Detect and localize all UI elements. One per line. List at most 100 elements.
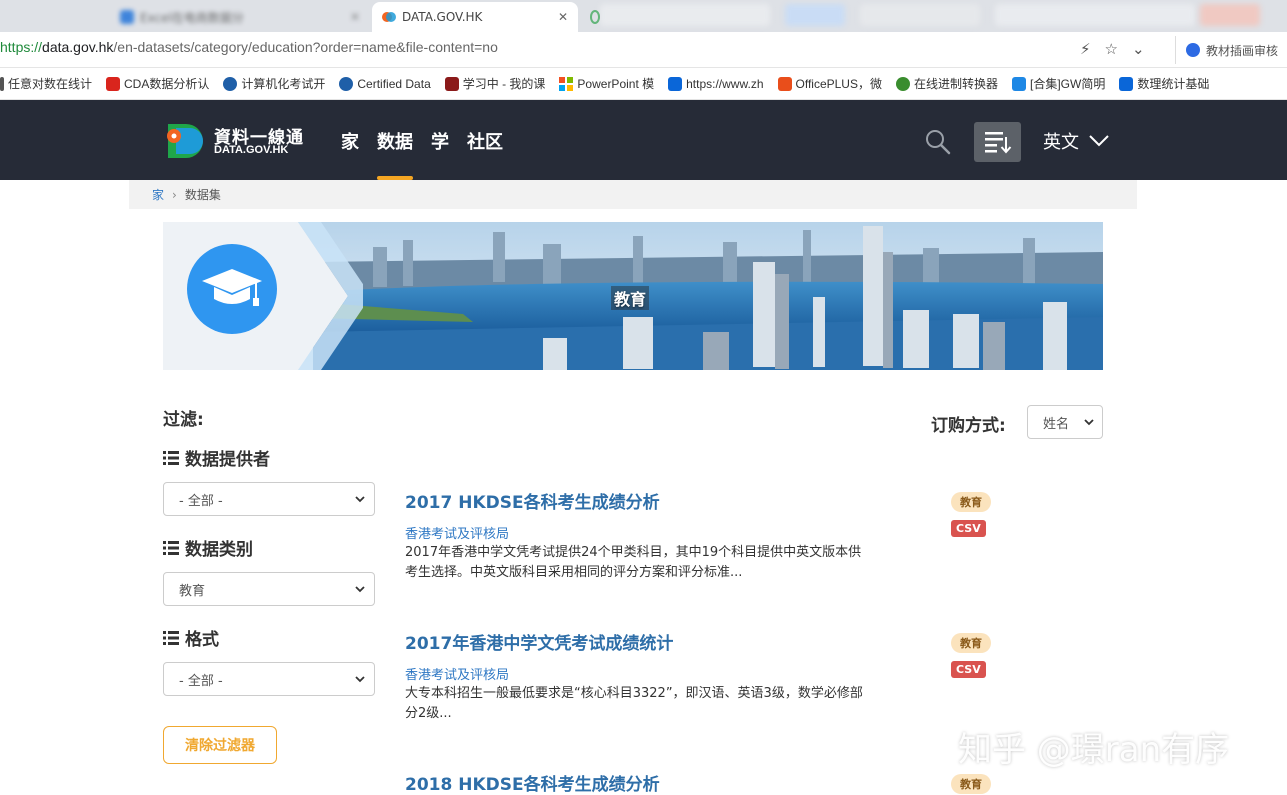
dataset-result: 2018 HKDSE各科考生成绩分析 教育 xyxy=(405,770,1105,795)
logo-subtext: DATA.GOV.HK xyxy=(214,144,289,156)
bookmark-item[interactable]: https://www.zh xyxy=(668,76,764,91)
provider-select[interactable]: - 全部 - xyxy=(163,482,375,516)
bookmark-item[interactable]: OfficePLUS，微 xyxy=(777,75,882,92)
bookmark-item[interactable]: 计算机化考试开 xyxy=(223,75,325,92)
lightning-icon[interactable]: ⚡ xyxy=(1080,40,1091,58)
search-icon[interactable] xyxy=(924,128,952,156)
filter-heading-label: 数据类别 xyxy=(185,540,253,560)
bookmark-item[interactable]: 数理统计基础 xyxy=(1119,75,1209,92)
list-icon xyxy=(163,630,179,645)
select-value: - 全部 - xyxy=(179,493,223,509)
dataset-list-button[interactable] xyxy=(974,122,1021,162)
dataset-tags: 教育 CSV xyxy=(951,633,991,678)
bookmark-icon xyxy=(106,76,121,91)
bookmark-item[interactable]: PowerPoint 模 xyxy=(559,75,654,92)
zhihu-icon xyxy=(668,76,683,91)
filter-heading-label: 格式 xyxy=(185,630,219,650)
bookmark-label: https://www.zh xyxy=(686,76,764,91)
microsoft-icon xyxy=(559,76,574,91)
nav-item-home[interactable]: 家 xyxy=(341,128,359,180)
clear-filters-button[interactable]: 清除过滤器 xyxy=(163,726,277,764)
select-value: 教育 xyxy=(179,583,206,599)
watermark-text: 知乎 @璟ran有序 xyxy=(958,730,1230,770)
chevron-down-icon[interactable]: ⌄ xyxy=(1132,40,1145,58)
chevron-down-icon xyxy=(1084,419,1094,426)
filter-heading-label: 数据提供者 xyxy=(185,450,270,470)
site-header: 資料一線通 DATA.GOV.HK 家 数据 学 社区 英文 xyxy=(0,100,1287,180)
category-select[interactable]: 教育 xyxy=(163,572,375,606)
breadcrumb-current: 数据集 xyxy=(184,188,221,202)
dataset-title-link[interactable]: 2017年香港中学文凭考试成绩统计 xyxy=(405,629,1105,654)
url-scheme: https:// xyxy=(0,39,43,55)
language-switcher[interactable]: 英文 xyxy=(1043,128,1109,154)
category-tag[interactable]: 教育 xyxy=(951,774,991,794)
bookmark-label: OfficePLUS，微 xyxy=(795,77,882,91)
bookmark-item[interactable]: Certified Data xyxy=(339,76,431,91)
bookmark-label: Certified Data xyxy=(357,76,431,91)
close-icon[interactable]: ✕ xyxy=(550,10,568,24)
browser-tab[interactable] xyxy=(580,2,610,32)
category-banner: 教育 xyxy=(163,222,1103,370)
star-icon[interactable]: ☆ xyxy=(1105,40,1118,58)
loading-icon xyxy=(590,10,600,24)
dataset-title-link[interactable]: 2017 HKDSE各科考生成绩分析 xyxy=(405,488,1105,513)
list-icon xyxy=(163,450,179,465)
browser-tab-strip: Excel在电商数据分 ✕ DATA.GOV.HK ✕ xyxy=(0,0,1287,32)
bookmark-icon xyxy=(895,76,910,91)
dataset-tags: 教育 xyxy=(951,774,991,794)
dataset-provider-link[interactable]: 香港考试及评核局 xyxy=(405,523,1105,542)
bookmark-label: [合集]GW简明 xyxy=(1030,77,1106,91)
list-icon xyxy=(163,540,179,555)
side-tab[interactable]: 教材插画审核 xyxy=(1175,36,1287,64)
nav-item-learn[interactable]: 学 xyxy=(431,128,449,180)
bookmark-label: PowerPoint 模 xyxy=(577,77,655,91)
address-bar-row: https://data.gov.hk/en-datasets/category… xyxy=(0,32,1287,68)
breadcrumb-home[interactable]: 家 xyxy=(152,186,164,203)
format-badge: CSV xyxy=(951,520,986,537)
nav-item-community[interactable]: 社区 xyxy=(467,128,503,180)
bookmark-label: 学习中 - 我的课 xyxy=(462,77,546,91)
main-nav: 家 数据 学 社区 xyxy=(341,128,503,180)
logo-mark-icon xyxy=(167,124,203,158)
bookmark-item[interactable]: CDA数据分析认 xyxy=(106,75,209,92)
bookmark-icon xyxy=(223,76,238,91)
bookmark-item[interactable]: 在线进制转换器 xyxy=(895,75,998,92)
category-tag[interactable]: 教育 xyxy=(951,633,991,653)
bookmarks-bar: 任意对数在线计 CDA数据分析认 计算机化考试开 Certified Data … xyxy=(0,68,1287,100)
browser-tab-active[interactable]: DATA.GOV.HK ✕ xyxy=(372,2,578,32)
chevron-down-icon xyxy=(355,586,365,593)
chevron-down-icon xyxy=(355,676,365,683)
chevron-down-icon xyxy=(355,496,365,503)
browser-tab[interactable]: Excel在电商数据分 ✕ xyxy=(110,2,370,32)
filters-title: 过滤: xyxy=(163,410,204,430)
close-icon[interactable]: ✕ xyxy=(342,10,360,24)
dataset-provider-link[interactable]: 香港考试及评核局 xyxy=(405,664,1105,683)
officeplus-icon xyxy=(777,76,792,91)
filter-heading-provider: 数据提供者 xyxy=(163,445,270,470)
address-bar[interactable]: https://data.gov.hk/en-datasets/category… xyxy=(0,39,498,55)
nav-item-data[interactable]: 数据 xyxy=(377,128,413,180)
breadcrumb: 家 › 数据集 xyxy=(129,180,1137,209)
dataset-result: 2017年香港中学文凭考试成绩统计 香港考试及评核局 大专本科招生一般最低要求是… xyxy=(405,629,1105,724)
tab-label: Excel在电商数据分 xyxy=(140,10,244,25)
banner-category-label: 教育 xyxy=(611,286,650,310)
dataset-title-link[interactable]: 2018 HKDSE各科考生成绩分析 xyxy=(405,770,1105,795)
bookmark-label: 在线进制转换器 xyxy=(913,77,998,91)
bookmark-label: 数理统计基础 xyxy=(1137,77,1210,91)
category-tag[interactable]: 教育 xyxy=(951,492,991,512)
dataset-description: 大专本科招生一般最低要求是“核心科目3322”，即汉语、英语3级，数学必修部分2… xyxy=(405,686,863,721)
chevron-down-icon xyxy=(1089,135,1109,147)
sort-select[interactable]: 姓名 xyxy=(1027,405,1103,439)
bookmark-icon xyxy=(0,76,4,91)
filter-heading-format: 格式 xyxy=(163,625,219,650)
zhihu-icon xyxy=(120,10,134,24)
bookmark-item[interactable]: [合集]GW简明 xyxy=(1012,75,1105,92)
side-tab-label: 教材插画审核 xyxy=(1206,43,1279,58)
bookmark-label: 任意对数在线计 xyxy=(8,77,93,91)
bookmark-item[interactable]: 学习中 - 我的课 xyxy=(444,75,546,92)
bookmark-icon xyxy=(444,76,459,91)
format-select[interactable]: - 全部 - xyxy=(163,662,375,696)
dataset-tags: 教育 CSV xyxy=(951,492,991,537)
bookmark-item[interactable]: 任意对数在线计 xyxy=(0,75,92,92)
site-logo[interactable]: 資料一線通 DATA.GOV.HK xyxy=(162,118,303,162)
